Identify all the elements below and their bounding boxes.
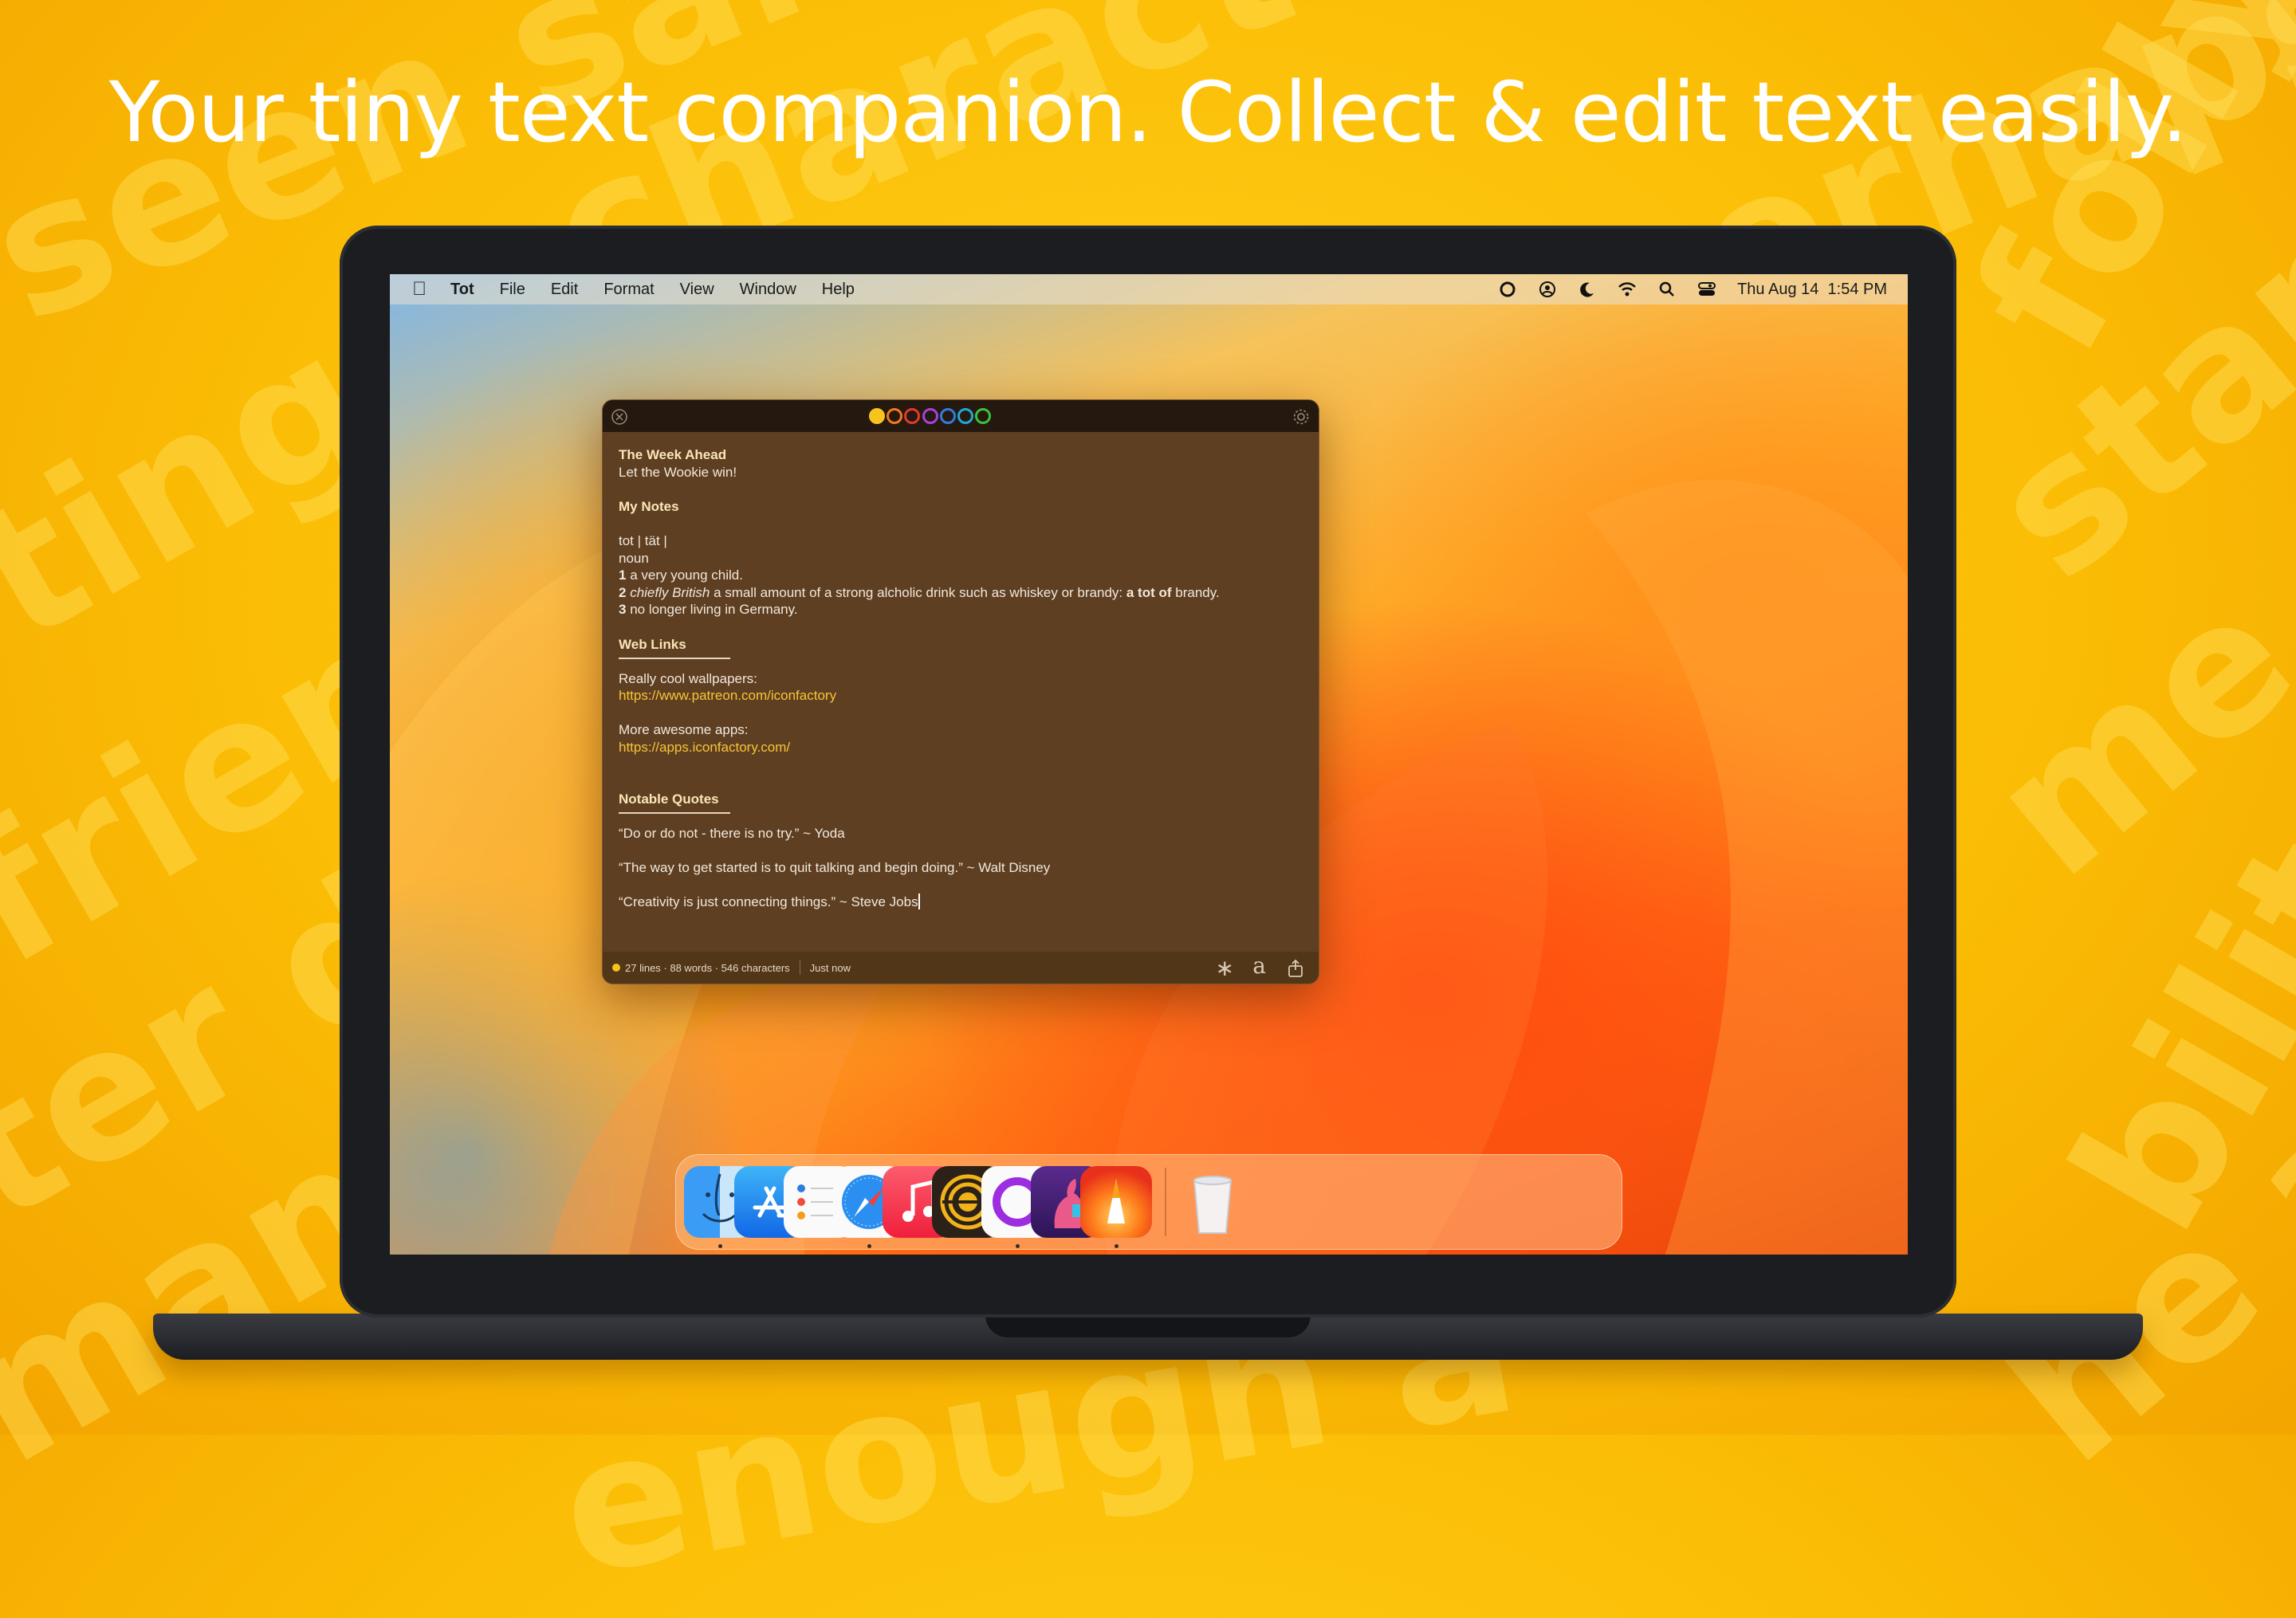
menu-app-name[interactable]: Tot bbox=[438, 281, 487, 299]
text-caret bbox=[918, 893, 920, 910]
color-dot-tab[interactable] bbox=[975, 408, 992, 424]
quote-text: “Creativity is just connecting things.” … bbox=[619, 894, 918, 910]
control-center-icon[interactable] bbox=[1697, 280, 1716, 299]
note-stats[interactable]: 27 lines · 88 words · 546 characters bbox=[625, 962, 790, 974]
menubar-clock[interactable]: Thu Aug 14 1:54 PM bbox=[1737, 281, 1887, 299]
color-dot-tab[interactable] bbox=[904, 408, 921, 424]
color-dot-tab[interactable] bbox=[887, 408, 903, 424]
note-heading: The Week Ahead bbox=[619, 447, 727, 462]
note-line: “Do or do not - there is no try.” ~ Yoda bbox=[619, 825, 845, 841]
color-dot-tab[interactable] bbox=[939, 408, 956, 424]
running-indicator bbox=[1115, 1244, 1119, 1248]
running-indicator bbox=[1016, 1244, 1020, 1248]
markdown-asterisk-button[interactable]: ∗ bbox=[1216, 955, 1234, 981]
tot-status-bar: 27 lines · 88 words · 546 characters Jus… bbox=[603, 952, 1319, 984]
def-text: no longer living in Germany. bbox=[626, 602, 798, 618]
close-icon[interactable] bbox=[611, 408, 628, 429]
tot-menubar-icon[interactable] bbox=[1498, 280, 1517, 299]
note-heading: Notable Quotes bbox=[619, 791, 730, 815]
wifi-icon[interactable] bbox=[1618, 280, 1637, 299]
color-dot-tab[interactable] bbox=[922, 408, 938, 424]
note-line: tot | tät | bbox=[619, 532, 667, 548]
running-indicator bbox=[867, 1244, 871, 1248]
linea-icon[interactable] bbox=[1080, 1166, 1152, 1238]
color-dot-tab[interactable] bbox=[869, 408, 885, 424]
menu-window[interactable]: Window bbox=[727, 281, 809, 299]
note-line: Let the Wookie win! bbox=[619, 464, 737, 480]
menu-edit[interactable]: Edit bbox=[538, 281, 591, 299]
note-line: Really cool wallpapers: bbox=[619, 670, 757, 686]
trash-icon[interactable] bbox=[1177, 1166, 1248, 1238]
font-button[interactable]: a bbox=[1252, 952, 1266, 979]
menu-bar:  Tot File Edit Format View Window Help bbox=[390, 274, 1908, 304]
dock-separator bbox=[1165, 1168, 1166, 1236]
def-text: a very young child. bbox=[626, 567, 743, 583]
dock bbox=[675, 1154, 1622, 1250]
color-indicator-dot bbox=[612, 964, 620, 972]
tot-window: The Week Ahead Let the Wookie win! My No… bbox=[602, 399, 1319, 984]
moon-icon[interactable] bbox=[1578, 280, 1597, 299]
tot-titlebar bbox=[603, 400, 1319, 432]
page-headline: Your tiny text companion. Collect & edit… bbox=[108, 64, 2188, 161]
menu-format[interactable]: Format bbox=[591, 281, 666, 299]
note-heading: My Notes bbox=[619, 498, 679, 514]
settings-gear-icon[interactable] bbox=[1292, 407, 1311, 430]
note-line: More awesome apps: bbox=[619, 722, 749, 738]
def-text: brandy. bbox=[1171, 584, 1220, 600]
note-link[interactable]: https://apps.iconfactory.com/ bbox=[619, 739, 1304, 756]
def-bold: a tot of bbox=[1126, 584, 1172, 600]
menu-file[interactable]: File bbox=[487, 281, 538, 299]
menu-help[interactable]: Help bbox=[809, 281, 867, 299]
search-icon[interactable] bbox=[1657, 280, 1677, 299]
note-line: “The way to get started is to quit talki… bbox=[619, 859, 1051, 875]
note-line: 2 chiefly British a small amount of a st… bbox=[619, 584, 1304, 602]
color-dot-tab[interactable] bbox=[957, 408, 973, 424]
note-line: “Creativity is just connecting things.” … bbox=[619, 893, 1304, 911]
note-line: 3 no longer living in Germany. bbox=[619, 601, 1304, 619]
saved-status: Just now bbox=[809, 961, 851, 974]
note-line: noun bbox=[619, 550, 649, 566]
note-link[interactable]: https://www.patreon.com/iconfactory bbox=[619, 687, 1304, 705]
desktop-screen:  Tot File Edit Format View Window Help bbox=[390, 274, 1908, 1255]
running-indicator bbox=[718, 1244, 722, 1248]
apple-menu-icon[interactable]:  bbox=[390, 278, 438, 300]
note-editor[interactable]: The Week Ahead Let the Wookie win! My No… bbox=[619, 446, 1304, 911]
menu-view[interactable]: View bbox=[667, 281, 727, 299]
note-heading: Web Links bbox=[619, 636, 730, 660]
note-line: 1 a very young child. bbox=[619, 567, 1304, 584]
share-icon[interactable] bbox=[1287, 959, 1304, 980]
def-italic: chiefly British bbox=[626, 584, 710, 600]
user-icon[interactable] bbox=[1538, 280, 1557, 299]
def-text: a small amount of a strong alcholic drin… bbox=[710, 584, 1126, 600]
